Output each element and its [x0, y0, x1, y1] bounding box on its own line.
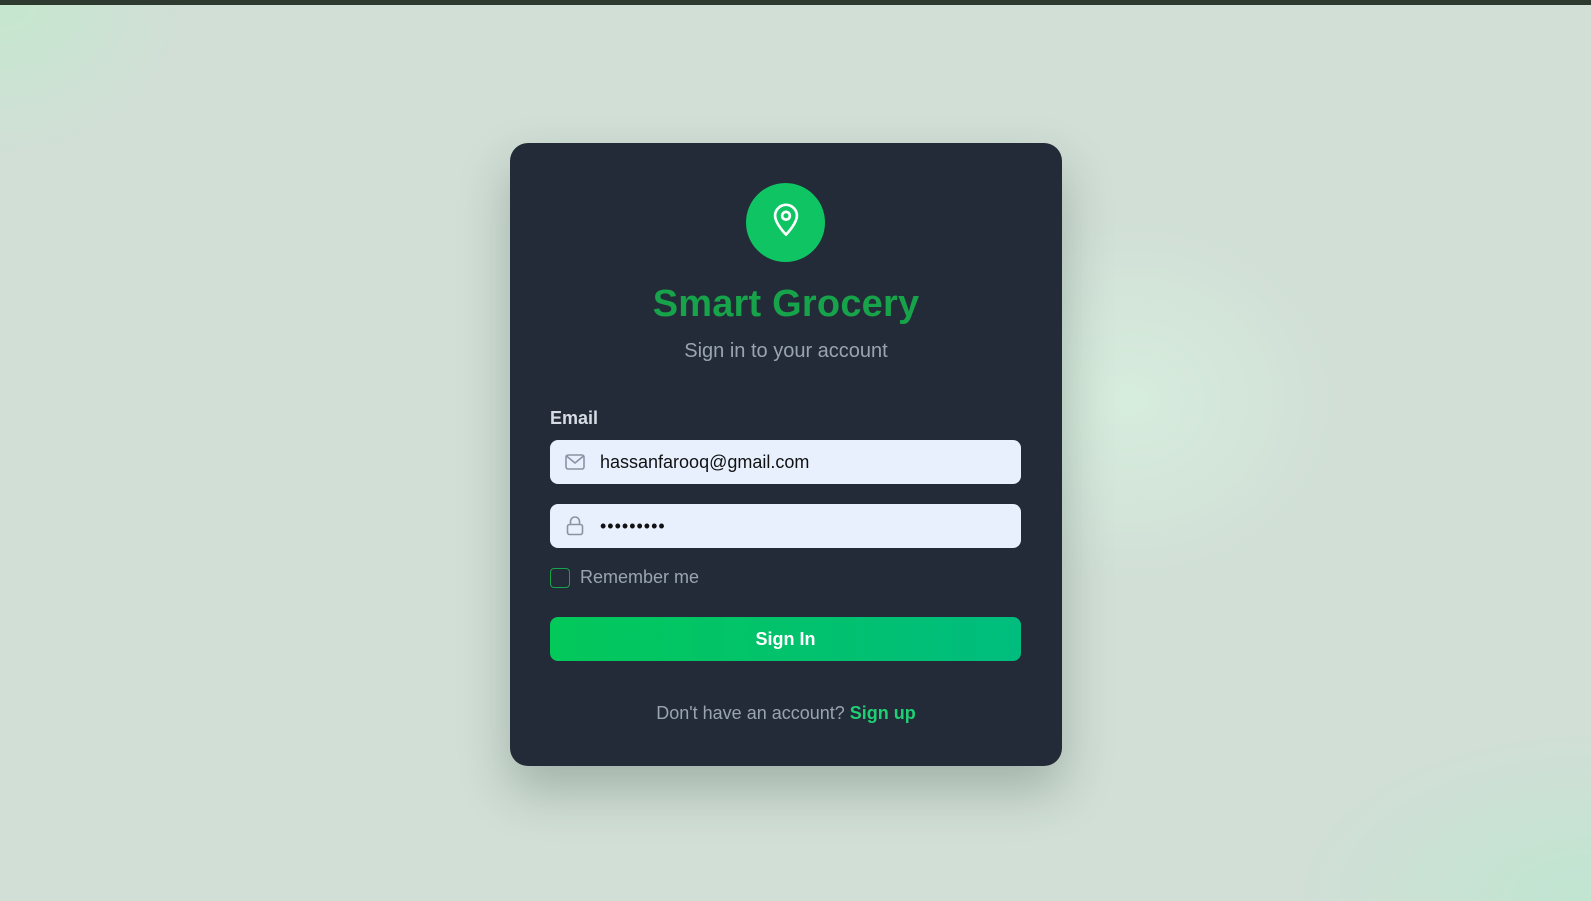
- email-value: hassanfarooq@gmail.com: [600, 451, 810, 472]
- lock-icon: [550, 504, 600, 548]
- password-value: •••••••••: [600, 515, 666, 536]
- remember-checkbox[interactable]: [550, 567, 570, 588]
- logo: [746, 183, 825, 262]
- top-bar: [0, 0, 1591, 5]
- email-field[interactable]: hassanfarooq@gmail.com: [550, 440, 1021, 484]
- mail-icon: [550, 440, 600, 484]
- remember-me[interactable]: Remember me: [550, 567, 699, 588]
- app-title: Smart Grocery: [652, 283, 920, 325]
- sign-in-button[interactable]: Sign In: [550, 617, 1021, 661]
- login-card: Smart Grocery Sign in to your account Em…: [510, 143, 1062, 766]
- page-subtitle: Sign in to your account: [684, 340, 888, 362]
- password-field[interactable]: •••••••••: [550, 504, 1021, 548]
- map-pin-icon: [771, 203, 801, 242]
- sign-up-link[interactable]: Sign up: [850, 703, 916, 723]
- email-label: Email: [550, 408, 599, 428]
- signup-prompt-text: Don't have an account?: [656, 703, 845, 723]
- signup-prompt: Don't have an account? Sign up: [510, 703, 1062, 724]
- remember-label: Remember me: [580, 567, 700, 587]
